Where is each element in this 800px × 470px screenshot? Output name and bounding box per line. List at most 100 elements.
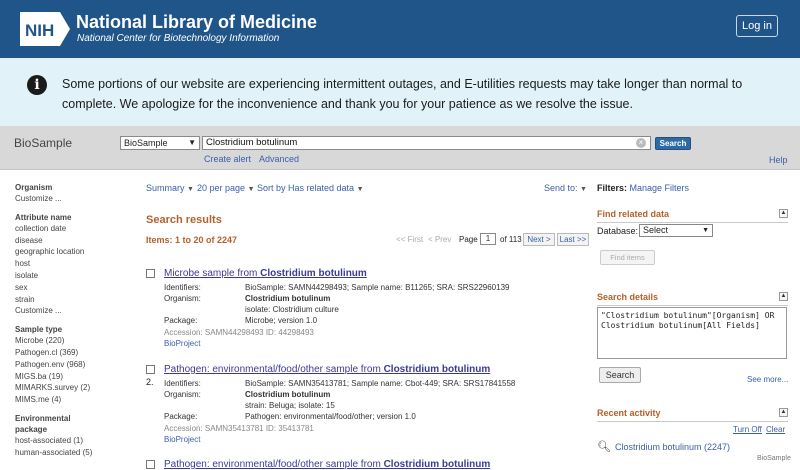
facet-item[interactable]: Microbe (220) [15, 335, 125, 347]
result-title-link[interactable]: Pathogen: environmental/food/other sampl… [164, 459, 490, 470]
facet-item[interactable]: strain [15, 294, 125, 306]
recent-search-database: BioSample [757, 455, 791, 462]
collapse-icon[interactable]: ▲ [779, 292, 788, 301]
facet-item[interactable]: collection date [15, 223, 125, 235]
related-database-value: Select [643, 225, 669, 235]
facet-item[interactable]: Customize ... [15, 305, 125, 317]
send-to-label: Send to: [544, 183, 578, 193]
chevron-down-icon: ▼ [702, 227, 709, 234]
find-related-data-header[interactable]: Find related data ▲ [597, 209, 788, 223]
result-title-text: Pathogen: environmental/food/other sampl… [164, 364, 384, 375]
chevron-down-icon: ▼ [188, 138, 196, 147]
facet-heading-organism: Organism [15, 183, 53, 192]
page-number-input[interactable]: 1 [480, 233, 496, 245]
pager-of-label: of 113 [500, 235, 522, 244]
facets-panel: Organism Customize ... Attribute name co… [15, 182, 125, 459]
collapse-icon[interactable]: ▲ [779, 408, 788, 417]
attribute-value: strain: Beluga; isolate: 15 [245, 401, 335, 410]
results-title: Search results [146, 214, 222, 226]
package-value: Microbe; version 1.0 [245, 316, 318, 325]
chevron-down-icon: ▼ [356, 186, 364, 193]
identifiers-value: BioSample: SAMN35413781; Sample name: Cb… [245, 379, 516, 388]
result-title-organism: Clostridium botulinum [383, 364, 491, 375]
organism-label: Organism: [164, 294, 201, 303]
accession-text: Accession: SAMN35413781 ID: 35413781 [164, 424, 314, 433]
bioproject-link[interactable]: BioProject [164, 339, 200, 348]
info-icon: i [27, 75, 47, 95]
attribute-value: isolate: Clostridium culture [245, 305, 339, 314]
turn-off-link[interactable]: Turn Off [733, 425, 762, 434]
accession-text: Accession: SAMN44298493 ID: 44298493 [164, 328, 314, 337]
result-checkbox[interactable] [146, 365, 155, 374]
organism-value: Clostridium botulinum [245, 390, 331, 399]
search-details-header[interactable]: Search details ▲ [597, 292, 788, 306]
search-button[interactable]: Search [655, 137, 691, 150]
facet-item[interactable]: Pathogen.env (968) [15, 359, 125, 371]
facet-item[interactable]: MIMARKS.survey (2) [15, 382, 125, 394]
facet-item[interactable]: Customize ... [15, 193, 125, 205]
pager-last-button[interactable]: Last >> [557, 233, 589, 246]
chevron-down-icon: ▼ [580, 186, 587, 193]
result-title-organism: Clostridium botulinum [383, 459, 491, 470]
chevron-down-icon: ▼ [247, 186, 255, 193]
facet-item[interactable]: host-associated (1) [15, 435, 125, 447]
manage-filters-link[interactable]: Manage Filters [630, 183, 690, 193]
result-title-text: Pathogen: environmental/food/other sampl… [164, 459, 384, 470]
recent-activity-header[interactable]: Recent activity ▲ [597, 408, 788, 422]
search-details-title: Search details [597, 292, 659, 302]
search-input[interactable]: Clostridium botulinum [202, 136, 651, 150]
facet-item[interactable]: MIGS.ba (19) [15, 371, 125, 383]
nih-logo[interactable]: NIH [20, 12, 70, 46]
collapse-icon[interactable]: ▲ [779, 209, 788, 218]
help-link[interactable]: Help [769, 155, 788, 165]
find-items-button[interactable]: Find items [600, 250, 655, 265]
facet-item[interactable]: sex [15, 282, 125, 294]
site-subtitle: National Center for Biotechnology Inform… [77, 33, 280, 44]
result-title-text: Microbe sample from [164, 268, 261, 279]
facet-item[interactable]: MIMS.me (4) [15, 394, 125, 406]
related-database-select[interactable]: Select ▼ [639, 224, 713, 237]
facet-heading-environmental-package: Environmental package [15, 413, 71, 434]
database-select[interactable]: BioSample ▼ [120, 136, 200, 150]
facet-item[interactable]: human-associated (5) [15, 447, 125, 459]
related-database-label: Database: [597, 226, 639, 236]
clear-link[interactable]: Clear [766, 425, 785, 434]
create-alert-link[interactable]: Create alert [204, 154, 251, 164]
site-title[interactable]: National Library of Medicine [76, 12, 317, 33]
clear-icon[interactable]: × [636, 138, 646, 148]
facet-item[interactable]: Pathogen.cl (369) [15, 347, 125, 359]
identifiers-label: Identifiers: [164, 379, 201, 388]
pager-next-button[interactable]: Next > [523, 233, 555, 246]
pager-prev: < Prev [428, 235, 452, 244]
package-label: Package: [164, 412, 198, 421]
result-title-link[interactable]: Pathogen: environmental/food/other sampl… [164, 364, 490, 375]
result-title-organism: Clostridium botulinum [260, 268, 367, 279]
login-button[interactable]: Log in [736, 15, 778, 37]
result-checkbox[interactable] [146, 460, 155, 469]
facet-item[interactable]: disease [15, 235, 125, 247]
see-more-link[interactable]: See more... [747, 375, 788, 384]
recent-activity-title: Recent activity [597, 408, 661, 418]
facet-item[interactable]: geographic location [15, 246, 125, 258]
advanced-search-link[interactable]: Advanced [259, 154, 299, 164]
recent-search-link[interactable]: Clostridium botulinum (2247) [615, 442, 730, 452]
facet-heading-attribute-name: Attribute name [15, 212, 72, 222]
search-details-textarea[interactable]: "Clostridium botulinum"[Organism] OR Clo… [597, 307, 787, 359]
facet-heading-sample-type: Sample type [15, 325, 63, 335]
chevron-down-icon: ▼ [187, 186, 194, 193]
per-page-menu[interactable]: 20 per page ▼ [197, 183, 255, 193]
search-details-search-button[interactable]: Search [599, 367, 641, 383]
facet-item[interactable]: isolate [15, 270, 125, 282]
svg-text:NIH: NIH [25, 21, 54, 40]
result-title-link[interactable]: Microbe sample from Clostridium botulinu… [164, 268, 367, 279]
pager-first: << First [396, 235, 424, 244]
sort-menu[interactable]: Sort by Has related data ▼ [257, 183, 364, 193]
items-count: Items: 1 to 20 of 2247 [146, 235, 238, 245]
summary-format-menu[interactable]: Summary ▼ [146, 183, 194, 193]
organism-label: Organism: [164, 390, 201, 399]
facet-item[interactable]: host [15, 258, 125, 270]
filters-line: Filters: Manage Filters [597, 183, 689, 193]
bioproject-link[interactable]: BioProject [164, 435, 200, 444]
send-to-menu[interactable]: Send to: ▼ [544, 183, 587, 193]
result-checkbox[interactable] [146, 269, 155, 278]
